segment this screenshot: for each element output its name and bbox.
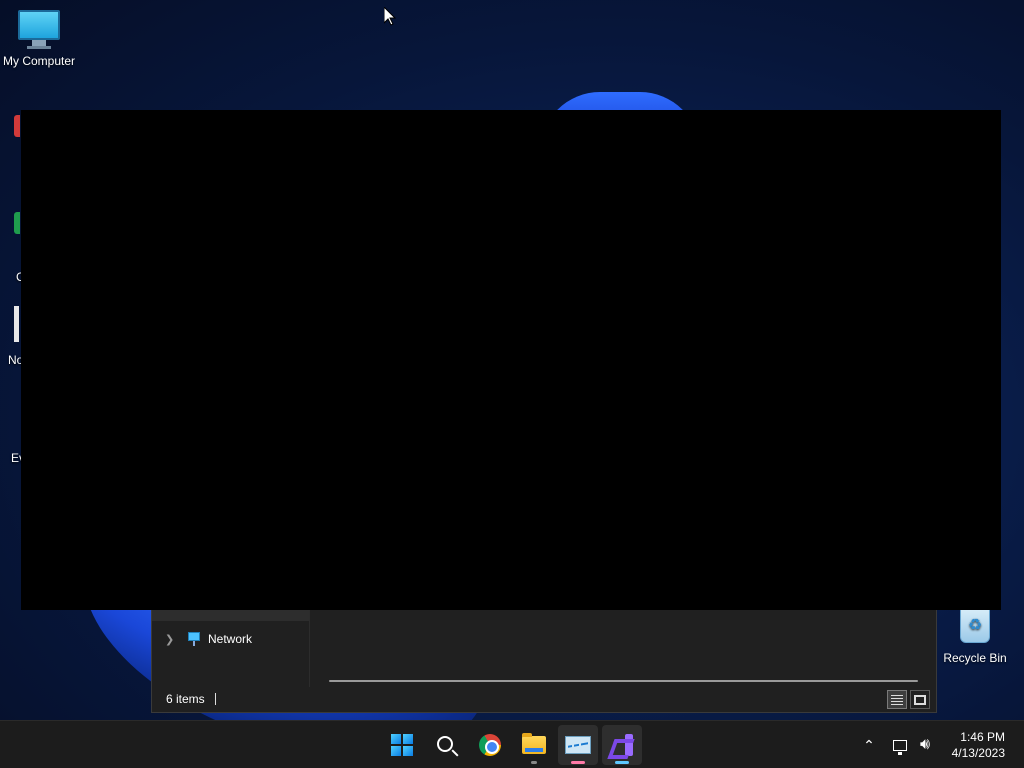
content-pane[interactable] [311, 603, 936, 687]
item-count: 6 items [166, 692, 205, 706]
taskbar-chrome[interactable] [470, 725, 510, 765]
clock[interactable]: 1:46 PM 4/13/2023 [952, 729, 1005, 761]
windows-icon [391, 734, 413, 756]
large-icons-view-icon [914, 694, 926, 705]
taskbar-file-explorer[interactable] [514, 725, 554, 765]
desktop-icon-recycle-bin[interactable]: Recycle Bin [936, 607, 1014, 665]
monitor-icon [17, 10, 61, 50]
app-icon-fragment[interactable] [14, 115, 20, 137]
clock-time: 1:46 PM [960, 730, 1005, 744]
visual-studio-icon [611, 734, 633, 756]
details-view-button[interactable] [887, 690, 907, 709]
speaker-icon: 🔊︎ [919, 736, 931, 753]
desktop-icon-label: My Computer [2, 54, 76, 68]
network-icon [186, 632, 202, 646]
navigation-pane[interactable]: ❯ Network [152, 603, 310, 687]
taskbar: ⌃ 🔊︎ 1:46 PM 4/13/2023 [0, 720, 1024, 768]
network-status-button[interactable] [889, 721, 911, 768]
notepad-icon-fragment[interactable] [14, 306, 19, 342]
horizontal-scrollbar[interactable] [329, 680, 918, 682]
taskbar-visual-studio[interactable] [602, 725, 642, 765]
network-icon [893, 739, 907, 755]
taskbar-performance-monitor[interactable] [558, 725, 598, 765]
start-button[interactable] [382, 725, 422, 765]
nav-item-network[interactable]: ❯ Network [152, 627, 309, 651]
chevron-up-icon: ⌃ [863, 736, 875, 753]
file-explorer-window[interactable]: ❯ Network 6 items [151, 602, 937, 713]
show-hidden-icons-button[interactable]: ⌃ [858, 721, 880, 768]
details-view-icon [891, 694, 903, 705]
performance-monitor-icon [565, 736, 591, 754]
volume-button[interactable]: 🔊︎ [914, 721, 936, 768]
nav-item-label: Network [208, 632, 253, 646]
large-icons-view-button[interactable] [910, 690, 930, 709]
folder-icon [522, 733, 546, 754]
app-icon-fragment[interactable] [14, 212, 20, 234]
status-bar: 6 items [152, 686, 936, 712]
clock-date: 4/13/2023 [951, 746, 1005, 760]
desktop-icon-label: Recycle Bin [943, 651, 1007, 665]
chevron-right-icon[interactable]: ❯ [165, 633, 177, 646]
search-icon [436, 735, 453, 752]
search-button[interactable] [426, 725, 466, 765]
chrome-icon [479, 734, 501, 756]
recycle-bin-icon [953, 607, 997, 647]
blank-window[interactable] [21, 110, 1001, 610]
status-separator [214, 693, 216, 705]
view-toggle [887, 690, 930, 709]
desktop-icon-my-computer[interactable]: My Computer [0, 10, 78, 68]
